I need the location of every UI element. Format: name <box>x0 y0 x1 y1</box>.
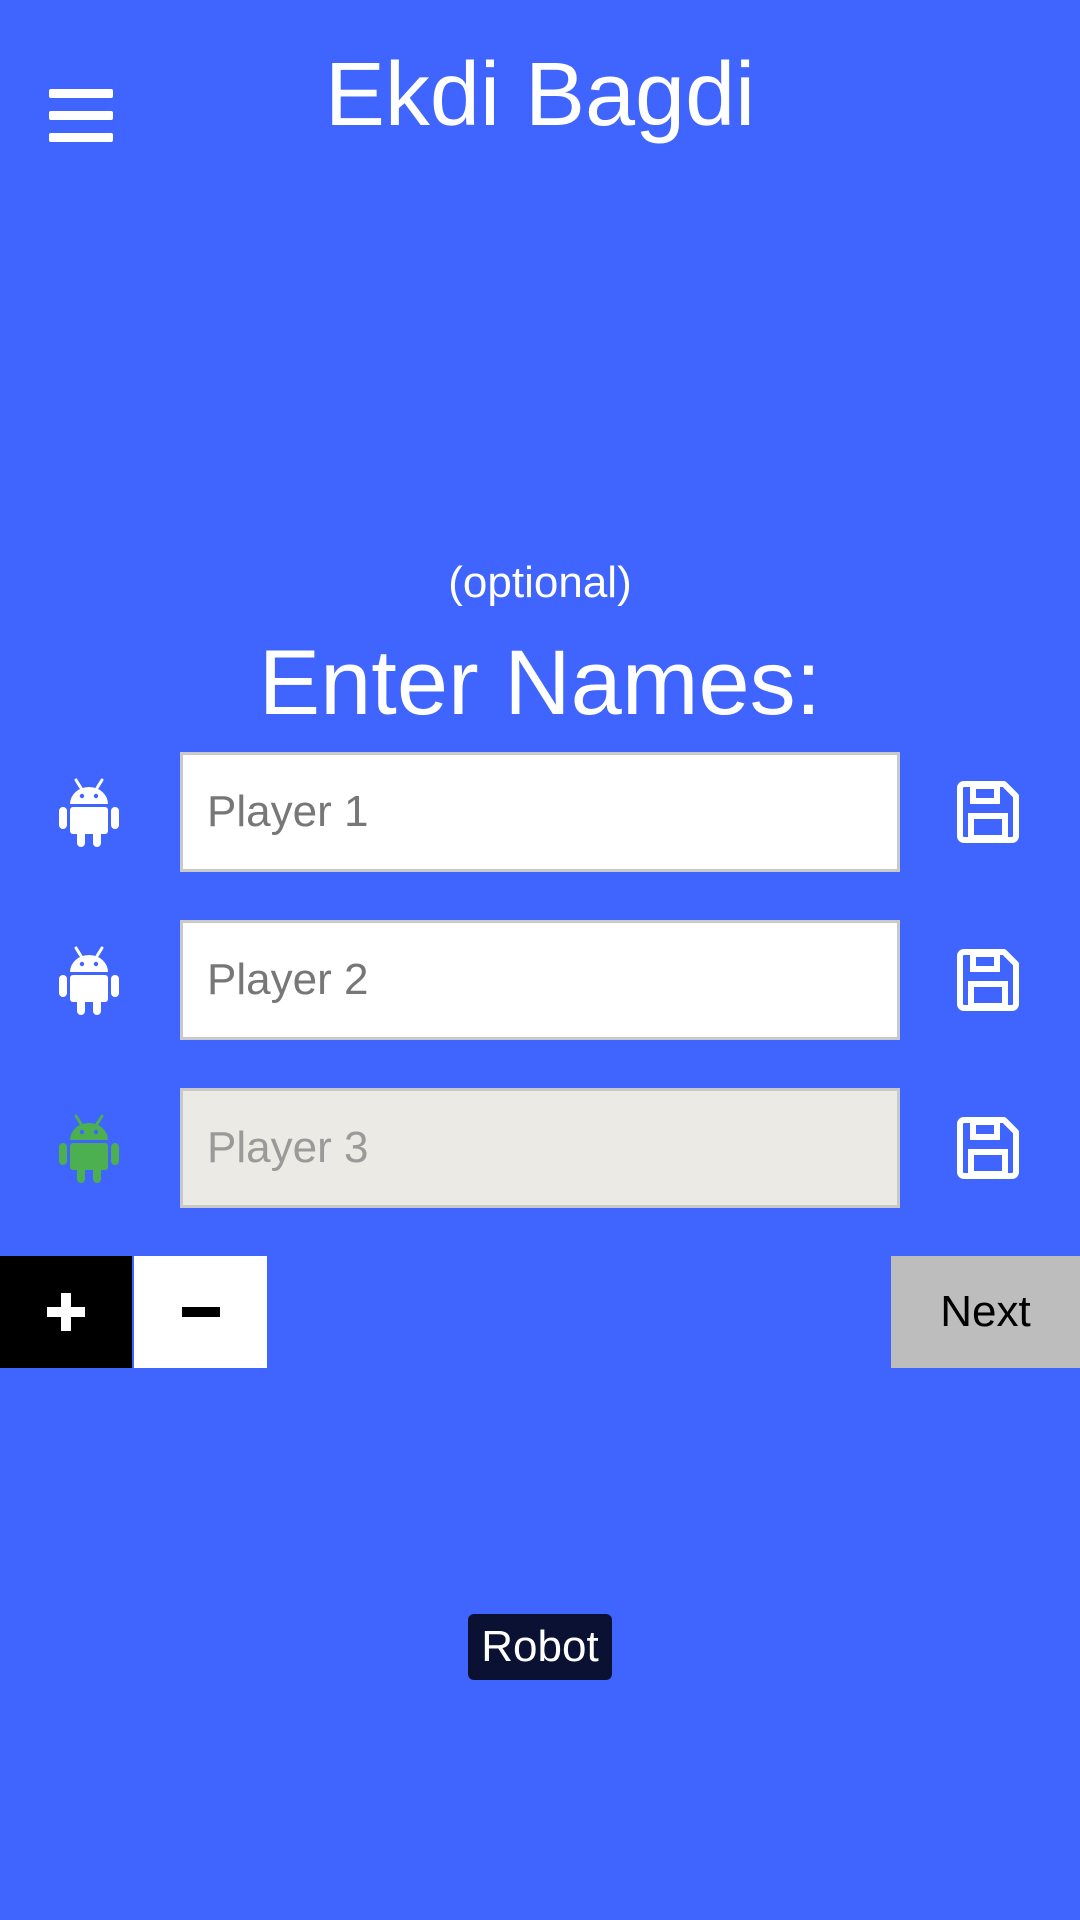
add-player-button[interactable] <box>0 1256 132 1368</box>
app-title: Ekdi Bagdi <box>324 45 756 145</box>
android-robot-icon[interactable] <box>58 1114 120 1184</box>
player-row-1 <box>0 752 1080 872</box>
floppy-disk-save-icon[interactable] <box>956 780 1020 844</box>
optional-hint: (optional) <box>448 558 632 607</box>
player-3-name-input[interactable] <box>180 1088 900 1208</box>
android-robot-icon[interactable] <box>58 778 120 848</box>
minus-icon <box>181 1307 220 1317</box>
floppy-disk-save-icon[interactable] <box>956 1116 1020 1180</box>
plus-icon <box>47 1293 85 1331</box>
player-row-2 <box>0 920 1080 1040</box>
player-2-name-input[interactable] <box>180 920 900 1040</box>
floppy-disk-save-icon[interactable] <box>956 948 1020 1012</box>
next-button[interactable]: Next <box>891 1256 1080 1368</box>
enter-names-heading: Enter Names: <box>258 632 822 734</box>
player-row-3 <box>0 1088 1080 1208</box>
robot-label: Robot <box>468 1614 612 1680</box>
remove-player-button[interactable] <box>134 1256 267 1368</box>
android-robot-icon[interactable] <box>58 946 120 1016</box>
player-1-name-input[interactable] <box>180 752 900 872</box>
